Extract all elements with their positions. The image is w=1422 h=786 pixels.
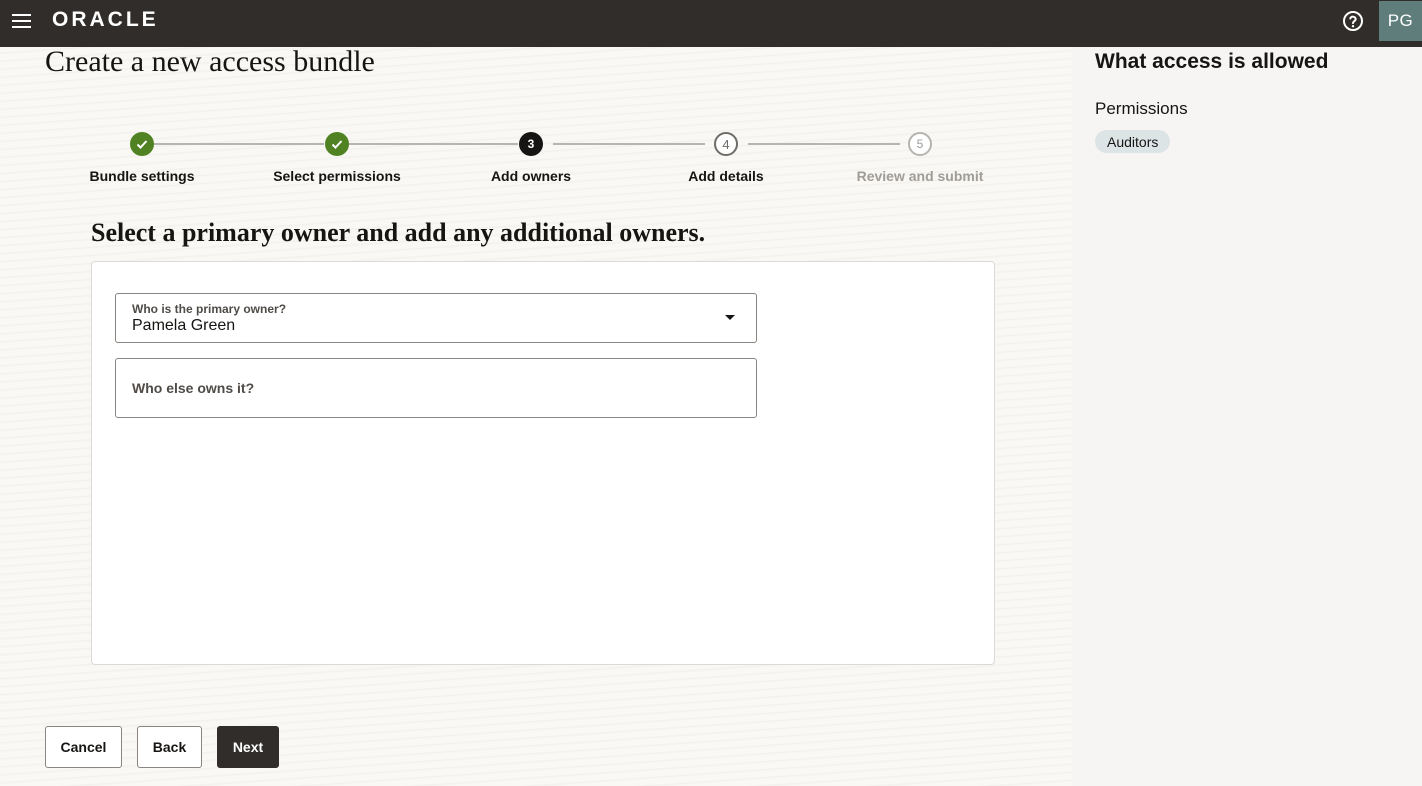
step-select-permissions-check-icon[interactable] <box>325 132 349 156</box>
oracle-logo[interactable]: ORACLE <box>52 9 186 29</box>
svg-text:ORACLE: ORACLE <box>52 9 159 29</box>
step-add-owners-marker[interactable]: 3 <box>519 132 543 156</box>
top-header-bar: ORACLE PG <box>0 0 1422 47</box>
permissions-heading: Permissions <box>1095 99 1188 118</box>
chevron-down-icon[interactable] <box>725 315 735 320</box>
user-avatar[interactable]: PG <box>1379 1 1422 41</box>
step-label-select-permissions[interactable]: Select permissions <box>273 168 401 184</box>
page-title: Create a new access bundle <box>45 45 375 78</box>
step-label-review-submit: Review and submit <box>856 168 984 184</box>
step-review-submit-marker: 5 <box>908 132 932 156</box>
cancel-button[interactable]: Cancel <box>45 726 122 768</box>
next-button[interactable]: Next <box>217 726 279 768</box>
side-panel <box>1072 47 1422 786</box>
additional-owners-placeholder: Who else owns it? <box>132 380 255 396</box>
step-add-details-marker[interactable]: 4 <box>714 132 738 156</box>
additional-owners-input[interactable]: Who else owns it? <box>115 358 757 418</box>
train-connector <box>748 143 900 145</box>
step-label-add-owners[interactable]: Add owners <box>491 168 571 184</box>
back-button[interactable]: Back <box>137 726 202 768</box>
side-panel-title: What access is allowed <box>1095 50 1329 73</box>
hamburger-menu-icon[interactable] <box>10 10 34 34</box>
section-title: Select a primary owner and add any addit… <box>91 218 706 247</box>
progress-train: 3 4 5 Bundle settings Select permissions… <box>45 130 1045 190</box>
step-label-bundle-settings[interactable]: Bundle settings <box>89 168 194 184</box>
help-circle-icon[interactable] <box>1341 9 1365 33</box>
step-bundle-settings-check-icon[interactable] <box>130 132 154 156</box>
train-connector <box>153 143 324 145</box>
permission-chip: Auditors <box>1095 130 1171 153</box>
primary-owner-value: Pamela Green <box>132 317 236 334</box>
primary-owner-label: Who is the primary owner? <box>132 302 287 316</box>
train-connector <box>553 143 705 145</box>
primary-owner-select[interactable]: Who is the primary owner? Pamela Green <box>115 293 757 343</box>
step-label-add-details[interactable]: Add details <box>688 168 763 184</box>
train-connector <box>347 143 518 145</box>
